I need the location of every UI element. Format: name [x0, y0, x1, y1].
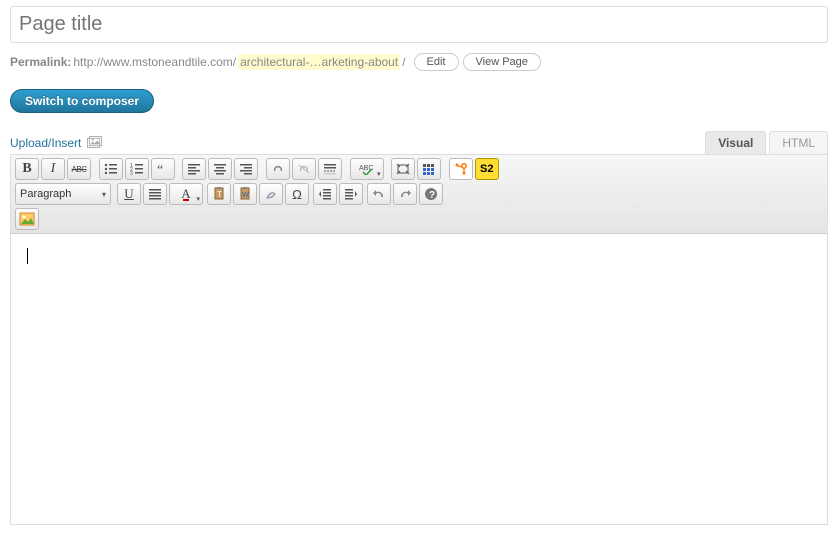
permalink-slug[interactable]: architectural-…arketing-about: [238, 54, 400, 70]
svg-text:?: ?: [429, 190, 435, 201]
svg-text:T: T: [217, 190, 222, 199]
edit-permalink-button[interactable]: Edit: [414, 53, 459, 71]
ordered-list-button[interactable]: 123: [125, 158, 149, 180]
tab-visual[interactable]: Visual: [705, 131, 766, 154]
gallery-button[interactable]: [15, 208, 39, 230]
paste-text-button[interactable]: T: [207, 183, 231, 205]
link-button[interactable]: [266, 158, 290, 180]
align-center-button[interactable]: [208, 158, 232, 180]
align-justify-button[interactable]: [143, 183, 167, 205]
blockquote-button[interactable]: “: [151, 158, 175, 180]
editor-content-area[interactable]: [11, 234, 827, 524]
redo-button[interactable]: [393, 183, 417, 205]
upload-insert-link[interactable]: Upload/Insert: [10, 136, 81, 150]
view-page-button[interactable]: View Page: [463, 53, 541, 71]
permalink-trailing-slash: /: [402, 55, 405, 69]
fullscreen-button[interactable]: [391, 158, 415, 180]
permalink-label: Permalink:: [10, 55, 71, 69]
italic-button[interactable]: I: [41, 158, 65, 180]
tab-html[interactable]: HTML: [769, 131, 828, 154]
paste-word-button[interactable]: W: [233, 183, 257, 205]
page-title-input[interactable]: [10, 6, 828, 43]
unlink-button[interactable]: [292, 158, 316, 180]
svg-text:ABC: ABC: [359, 165, 373, 172]
switch-to-composer-button[interactable]: Switch to composer: [10, 89, 154, 113]
spellcheck-button[interactable]: ABC: [350, 158, 384, 180]
svg-text:W: W: [242, 192, 249, 199]
s2-shortcode-button[interactable]: S2: [475, 158, 499, 180]
align-right-button[interactable]: [234, 158, 258, 180]
underline-button[interactable]: U: [117, 183, 141, 205]
outdent-button[interactable]: [313, 183, 337, 205]
indent-button[interactable]: [339, 183, 363, 205]
svg-text:3: 3: [130, 171, 133, 175]
special-character-button[interactable]: Ω: [285, 183, 309, 205]
unordered-list-button[interactable]: [99, 158, 123, 180]
add-media-icon[interactable]: [87, 136, 102, 149]
text-cursor-icon: [27, 248, 28, 264]
strikethrough-button[interactable]: ABC: [67, 158, 91, 180]
hubspot-button[interactable]: [449, 158, 473, 180]
remove-formatting-button[interactable]: [259, 183, 283, 205]
permalink-base-url: http://www.mstoneandtile.com/: [73, 55, 236, 69]
align-left-button[interactable]: [182, 158, 206, 180]
help-button[interactable]: ?: [419, 183, 443, 205]
permalink-row: Permalink: http://www.mstoneandtile.com/…: [10, 53, 828, 71]
editor-toolbar: B I ABC 123 “ ABC: [11, 155, 827, 234]
text-color-button[interactable]: A: [169, 183, 203, 205]
kitchen-sink-button[interactable]: [417, 158, 441, 180]
insert-more-button[interactable]: [318, 158, 342, 180]
undo-button[interactable]: [367, 183, 391, 205]
svg-text:“: “: [157, 163, 163, 175]
bold-button[interactable]: B: [15, 158, 39, 180]
editor-container: B I ABC 123 “ ABC: [10, 154, 828, 525]
format-select[interactable]: Paragraph: [15, 183, 111, 205]
